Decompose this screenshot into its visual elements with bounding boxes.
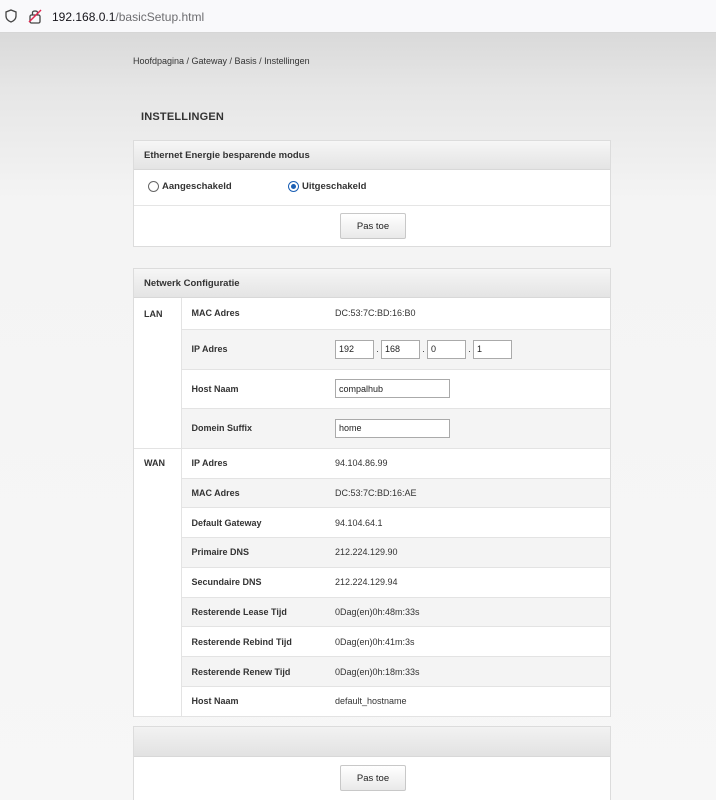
wan-field-value: 94.104.64.1 — [325, 507, 610, 539]
lan-mac-value: DC:53:7C:BD:16:B0 — [325, 298, 610, 330]
ip-address-group: . . . — [335, 339, 610, 359]
network-panel-header: Netwerk Configuratie — [134, 269, 610, 298]
option-disabled[interactable]: Uitgeschakeld — [288, 181, 366, 192]
ip-separator: . — [468, 344, 471, 354]
ethernet-panel-header: Ethernet Energie besparende modus — [134, 141, 610, 170]
wan-field-label: Host Naam — [181, 686, 325, 717]
shield-icon[interactable] — [5, 9, 17, 26]
lan-host-label: Host Naam — [181, 369, 325, 409]
wan-field-label: MAC Adres — [181, 478, 325, 509]
table-row: LAN MAC Adres DC:53:7C:BD:16:B0 — [134, 298, 610, 330]
ip-separator: . — [376, 344, 379, 354]
section-lan-label: LAN — [134, 298, 182, 329]
table-row: MAC Adres DC:53:7C:BD:16:AE — [134, 478, 610, 509]
table-row: Host Naam — [134, 369, 610, 409]
footer-bar — [134, 727, 610, 757]
network-config-panel: Netwerk Configuratie LAN MAC Adres DC:53… — [133, 268, 611, 717]
breadcrumb: Hoofdpagina / Gateway / Basis / Instelli… — [133, 56, 310, 66]
wan-field-value: default_hostname — [325, 686, 610, 717]
page-title: INSTELLINGEN — [141, 111, 225, 123]
browser-address-bar[interactable]: 192.168.0.1/basicSetup.html — [0, 0, 716, 33]
wan-field-value: 0Dag(en)0h:48m:33s — [325, 597, 610, 628]
table-row: Default Gateway 94.104.64.1 — [134, 507, 610, 539]
wan-field-label: Resterende Lease Tijd — [181, 597, 325, 628]
radio-disabled[interactable] — [288, 181, 299, 192]
option-disabled-label: Uitgeschakeld — [302, 181, 367, 192]
wan-field-value: 0Dag(en)0h:18m:33s — [325, 656, 610, 688]
wan-field-value: 0Dag(en)0h:41m:3s — [325, 626, 610, 658]
ip-octet-4[interactable] — [473, 339, 512, 359]
url-host: 192.168.0.1 — [52, 10, 116, 24]
host-name-input[interactable] — [335, 379, 450, 398]
table-row: Domein Suffix — [134, 408, 610, 449]
ethernet-button-row: Pas toe — [134, 206, 610, 246]
lan-domain-label: Domein Suffix — [181, 408, 325, 449]
radio-enabled[interactable] — [148, 181, 159, 192]
domain-suffix-input[interactable] — [335, 418, 450, 438]
lan-ip-label: IP Adres — [181, 329, 325, 370]
apply-button[interactable]: Pas toe — [340, 213, 406, 239]
ip-octet-2[interactable] — [381, 339, 420, 359]
table-row: WAN IP Adres 94.104.86.99 — [134, 448, 610, 479]
wan-rows: WAN IP Adres 94.104.86.99 MAC Adres DC:53:7C… — [134, 448, 610, 717]
wan-field-value: 94.104.86.99 — [325, 448, 610, 479]
table-row: Primaire DNS 212.224.129.90 — [134, 537, 610, 568]
network-config-table: LAN MAC Adres DC:53:7C:BD:16:B0 IP Adres… — [134, 298, 610, 717]
table-row: Host Naam default_hostname — [134, 686, 610, 717]
option-enabled-label: Aangeschakeld — [162, 181, 232, 192]
wan-field-label: Resterende Rebind Tijd — [181, 626, 325, 658]
url-path: /basicSetup.html — [115, 10, 205, 24]
lan-ip-value: . . . — [325, 329, 610, 370]
footer-button-row: Pas toe — [134, 757, 610, 797]
ethernet-energy-panel: Ethernet Energie besparende modus Aanges… — [133, 140, 611, 247]
table-row: Resterende Rebind Tijd 0Dag(en)0h:41m:3s — [134, 626, 610, 658]
url-text[interactable]: 192.168.0.1/basicSetup.html — [52, 10, 204, 24]
wan-field-label: Primaire DNS — [181, 537, 325, 568]
footer-panel: Pas toe — [133, 726, 611, 800]
table-row: Secundaire DNS 212.224.129.94 — [134, 567, 610, 598]
ip-separator: . — [422, 344, 425, 354]
wan-field-value: 212.224.129.94 — [325, 567, 610, 598]
lan-mac-label: MAC Adres — [181, 298, 325, 330]
ethernet-mode-options: Aangeschakeld Uitgeschakeld — [134, 170, 610, 206]
footer-apply-button[interactable]: Pas toe — [340, 765, 406, 791]
ip-octet-1[interactable] — [335, 339, 374, 359]
table-row: Resterende Lease Tijd 0Dag(en)0h:48m:33s — [134, 597, 610, 628]
section-wan-label: WAN — [134, 448, 182, 478]
ip-octet-3[interactable] — [427, 339, 466, 359]
wan-field-label: Resterende Renew Tijd — [181, 656, 325, 688]
table-row: Resterende Renew Tijd 0Dag(en)0h:18m:33s — [134, 656, 610, 688]
wan-field-label: Secundaire DNS — [181, 567, 325, 598]
wan-field-value: 212.224.129.90 — [325, 537, 610, 568]
wan-field-value: DC:53:7C:BD:16:AE — [325, 478, 610, 509]
table-row: IP Adres . . . — [134, 329, 610, 370]
option-enabled[interactable]: Aangeschakeld — [148, 181, 232, 192]
wan-field-label: IP Adres — [181, 448, 325, 479]
insecure-lock-icon[interactable] — [28, 8, 42, 27]
wan-field-label: Default Gateway — [181, 507, 325, 539]
